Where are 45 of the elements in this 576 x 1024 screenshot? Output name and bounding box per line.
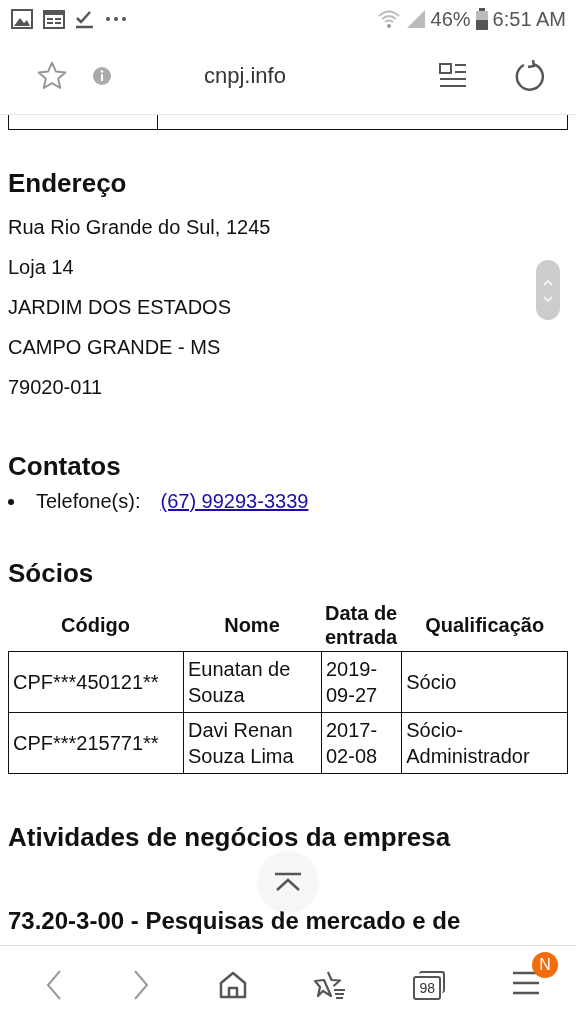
activity-item: 73.20-3-00 - Pesquisas de mercado e de — [8, 907, 462, 935]
table-cell: 2019-09-27 — [321, 651, 402, 712]
bullet-icon — [8, 498, 14, 505]
table-cell: Sócio-Administrador — [401, 712, 568, 774]
check-icon — [75, 9, 95, 29]
section-heading: Sócios — [8, 558, 95, 589]
phone-link[interactable]: (67) 99293-3339 — [160, 490, 309, 513]
address-line: JARDIM DOS ESTADOS — [8, 295, 231, 320]
address-line: Loja 14 — [8, 255, 74, 280]
scroll-thumb[interactable] — [536, 260, 560, 320]
url-text[interactable]: cnpj.info — [112, 63, 378, 89]
section-heading: Contatos — [8, 451, 122, 482]
table-cell: 2017-02-08 — [321, 712, 402, 774]
battery-percent: 46% — [430, 7, 471, 31]
notification-badge: N — [532, 952, 558, 978]
address-line: CAMPO GRANDE - MS — [8, 335, 221, 360]
clock: 6:51 AM — [492, 7, 566, 31]
back-icon[interactable] — [44, 969, 64, 1001]
column-header: Nome — [223, 613, 281, 638]
menu-icon[interactable] — [512, 970, 540, 996]
star-icon[interactable] — [36, 60, 68, 92]
section-heading: Atividades de negócios da empresa — [8, 822, 452, 853]
column-header: Qualificação — [424, 613, 546, 638]
more-icon — [105, 16, 127, 22]
image-icon — [11, 9, 33, 29]
bookmarks-icon[interactable] — [314, 970, 347, 1000]
column-header: Data de entrada — [324, 601, 399, 650]
table-cell: Sócio — [401, 651, 568, 712]
contact-label: Telefone(s): — [36, 490, 141, 513]
scroll-top-icon — [273, 872, 303, 892]
battery-icon — [475, 8, 488, 30]
address-line: Rua Rio Grande do Sul, 1245 — [8, 215, 271, 240]
scroll-top-button[interactable] — [258, 852, 318, 912]
address-line: 79020-011 — [8, 375, 103, 400]
home-icon[interactable] — [217, 970, 248, 1000]
table-cell: CPF***450121** — [8, 651, 183, 712]
column-header: Código — [60, 613, 131, 638]
signal-icon — [405, 9, 426, 29]
wifi-icon — [376, 9, 401, 29]
table-cell: CPF***215771** — [8, 712, 183, 774]
reload-icon[interactable] — [514, 60, 546, 92]
table-cell: Eunatan de Souza — [183, 651, 321, 712]
calendar-icon — [43, 9, 65, 29]
table-cell: Davi Renan Souza Lima — [183, 712, 321, 774]
section-heading: Endereço — [8, 168, 128, 199]
